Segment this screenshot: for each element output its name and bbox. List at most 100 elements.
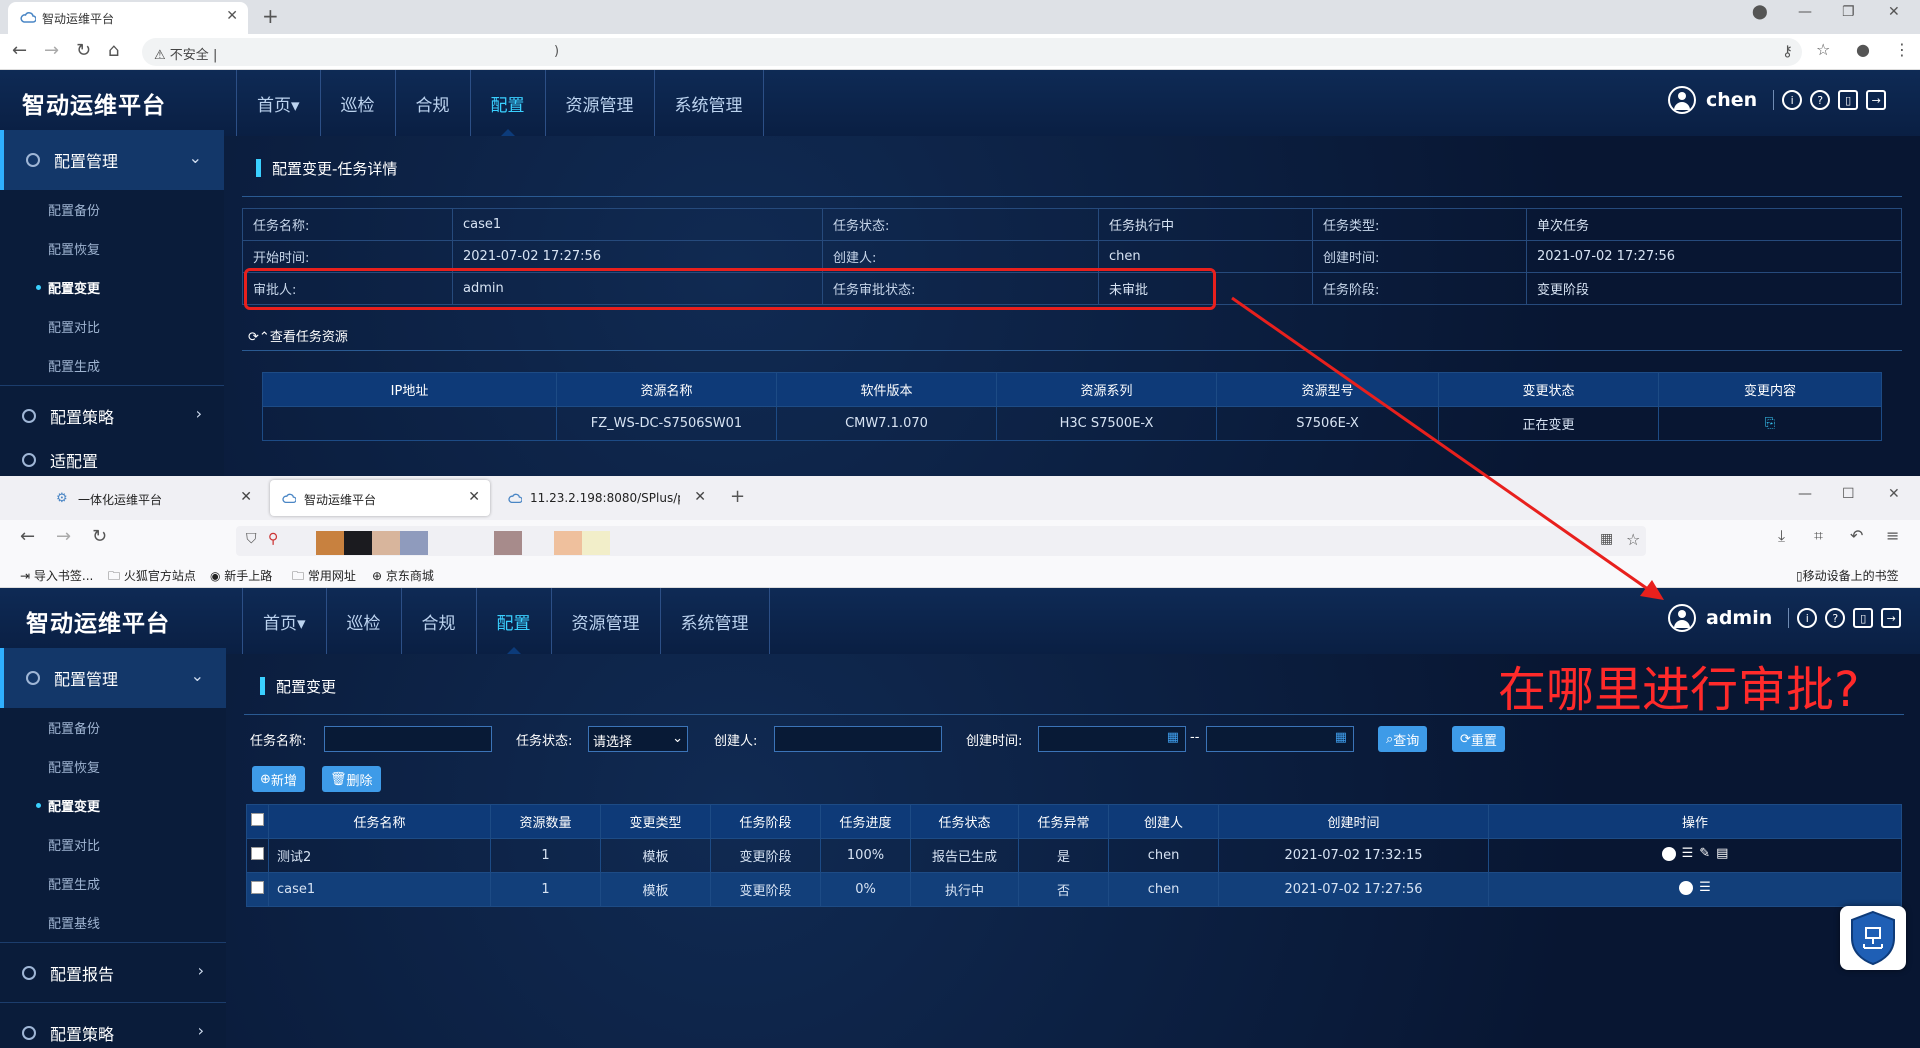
bookmark-mobile[interactable]: ▯移动设备上的书签 (1796, 567, 1899, 584)
sidebar-item-backup[interactable]: 配置备份 (0, 708, 226, 747)
calendar-icon[interactable]: ▦ (1335, 730, 1347, 745)
add-button[interactable]: ⊕ 新增 (252, 766, 305, 792)
sidebar-item-compare[interactable]: 配置对比 (0, 307, 224, 346)
close-window-button[interactable]: ✕ (1888, 486, 1900, 502)
nav-resources[interactable]: 资源管理 (544, 70, 654, 136)
sidebar-group-config-mgmt[interactable]: 配置管理 ⌄ (0, 648, 226, 708)
nav-inspection[interactable]: 巡检 (319, 70, 395, 136)
query-button[interactable]: ⌕ 查询 (1378, 726, 1428, 752)
close-tab-icon[interactable]: ✕ (468, 489, 480, 505)
profile-dropdown-icon[interactable]: ⬤ (1752, 4, 1768, 20)
close-window-button[interactable]: ✕ (1888, 4, 1900, 20)
refresh-icon[interactable]: ⟳ (248, 330, 259, 345)
edit-icon[interactable]: ✎ (1699, 846, 1710, 861)
reset-button[interactable]: ⟳ 重置 (1452, 726, 1505, 752)
minimize-button[interactable]: — (1798, 486, 1812, 502)
task-status-select[interactable]: 请选择 ⌄ (588, 726, 688, 752)
address-bar[interactable]: ⚠ 不安全 | ) ⚷ (142, 38, 1802, 66)
sidebar-item-generate[interactable]: 配置生成 (0, 346, 224, 385)
close-tab-icon[interactable]: ✕ (226, 8, 238, 24)
row-checkbox[interactable] (246, 872, 269, 907)
minimize-button[interactable]: — (1798, 4, 1812, 20)
stop-icon[interactable] (1679, 880, 1694, 895)
end-date-input[interactable]: ▦ (1206, 726, 1354, 752)
sidebar-item-compare[interactable]: 配置对比 (0, 825, 226, 864)
nav-config[interactable]: 配置 (475, 588, 551, 654)
sidebar-item-change[interactable]: 配置变更 (0, 786, 226, 825)
undo-icon[interactable]: ↶ (1850, 526, 1863, 545)
start-date-input[interactable]: ▦ (1038, 726, 1186, 752)
delete-button[interactable]: 🗑 删除 (322, 766, 381, 792)
sidebar-group-partial[interactable]: 适配置 (0, 445, 224, 475)
book-icon[interactable]: ▯ (1838, 90, 1859, 110)
download-icon[interactable]: ⤓ (1778, 526, 1785, 546)
task-name-cell[interactable]: 测试2 (268, 838, 491, 873)
username[interactable]: admin (1706, 607, 1772, 629)
nav-compliance[interactable]: 合规 (394, 70, 470, 136)
nav-compliance[interactable]: 合规 (400, 588, 476, 654)
bookmark-firefox[interactable]: 🗀 火狐官方站点 (108, 567, 196, 588)
security-warning[interactable]: ⚠ 不安全 | (154, 44, 217, 63)
nav-system[interactable]: 系统管理 (659, 588, 770, 654)
list-icon[interactable]: ☰ (1699, 880, 1711, 895)
avatar[interactable] (1668, 604, 1696, 632)
browser-tab-active[interactable]: 智动运维平台 ✕ (8, 2, 248, 34)
sidebar-item-baseline[interactable]: 配置基线 (0, 903, 226, 942)
nav-home[interactable]: 首页▾ (236, 70, 320, 136)
forward-icon[interactable]: → (44, 40, 59, 61)
help-icon[interactable]: ? (1810, 90, 1831, 110)
restore-button[interactable]: ❐ (1842, 4, 1855, 20)
info-icon[interactable]: i (1782, 90, 1803, 110)
select-all-checkbox[interactable] (246, 804, 269, 839)
shield-icon[interactable]: ⛉ (246, 531, 257, 547)
avatar[interactable] (1668, 86, 1696, 114)
home-icon[interactable]: ⌂ (108, 40, 119, 61)
new-tab-button[interactable]: + (730, 486, 745, 507)
security-badge[interactable] (1840, 906, 1906, 970)
bookmark-star-icon[interactable]: ☆ (1816, 40, 1830, 59)
sidebar-item-change[interactable]: 配置变更 (0, 268, 224, 307)
account-icon[interactable]: ● (1856, 40, 1870, 59)
bookmark-getting-started[interactable]: ◉ 新手上路 (210, 567, 272, 584)
list-icon[interactable]: ☰ (1682, 846, 1694, 861)
sidebar-group-config-policy[interactable]: 配置策略 › (0, 385, 224, 445)
task-name-input[interactable] (324, 726, 492, 752)
nav-resources[interactable]: 资源管理 (550, 588, 660, 654)
row-checkbox[interactable] (246, 838, 269, 873)
document-icon[interactable]: ▤ (1716, 846, 1728, 861)
reload-icon[interactable]: ↻ (92, 526, 107, 547)
view-content-icon[interactable]: ⎘ (1765, 416, 1775, 431)
nav-system[interactable]: 系统管理 (653, 70, 764, 136)
help-icon[interactable]: ? (1825, 608, 1846, 628)
browser-tab[interactable]: ⚙ 一体化运维平台 ✕ (44, 480, 262, 516)
book-icon[interactable]: ▯ (1853, 608, 1874, 628)
nav-inspection[interactable]: 巡检 (325, 588, 401, 654)
calendar-icon[interactable]: ▦ (1167, 730, 1179, 745)
table-row[interactable]: 测试2 1 模板 变更阶段 100% 报告已生成 是 chen 2021-07-… (246, 838, 1902, 873)
back-icon[interactable]: ← (20, 526, 35, 547)
sidebar-item-restore[interactable]: 配置恢复 (0, 747, 226, 786)
creator-input[interactable] (774, 726, 942, 752)
menu-icon[interactable]: ⋮ (1894, 40, 1910, 59)
table-row[interactable]: case1 1 模板 变更阶段 0% 执行中 否 chen 2021-07-02… (246, 872, 1902, 907)
key-icon[interactable]: ⚷ (1782, 42, 1793, 60)
maximize-button[interactable]: ☐ (1842, 486, 1855, 502)
nav-home[interactable]: 首页▾ (242, 588, 326, 654)
new-tab-button[interactable]: + (262, 4, 279, 28)
play-icon[interactable] (1661, 846, 1676, 861)
task-name-cell[interactable]: case1 (268, 872, 491, 907)
logout-icon[interactable]: → (1881, 608, 1902, 628)
info-icon[interactable]: i (1797, 608, 1818, 628)
back-icon[interactable]: ← (12, 40, 27, 61)
bookmark-jd[interactable]: ⊕ 京东商城 (372, 567, 434, 584)
close-tab-icon[interactable]: ✕ (694, 489, 706, 505)
sidebar-group-config-report[interactable]: 配置报告 › (0, 942, 226, 1002)
address-bar[interactable]: ⛉ ⚲ ▦ ☆ (236, 526, 1646, 556)
view-resources-toggle[interactable]: ⟳⌃查看任务资源 (248, 326, 348, 345)
bookmark-import[interactable]: ⇥ 导入书签... (20, 567, 93, 584)
crop-icon[interactable]: ⌗ (1814, 526, 1823, 546)
sidebar-item-restore[interactable]: 配置恢复 (0, 229, 224, 268)
browser-tab[interactable]: 11.23.2.198:8080/SPlus/prod ✕ (496, 480, 716, 516)
sidebar-item-generate[interactable]: 配置生成 (0, 864, 226, 903)
sidebar-item-backup[interactable]: 配置备份 (0, 190, 224, 229)
